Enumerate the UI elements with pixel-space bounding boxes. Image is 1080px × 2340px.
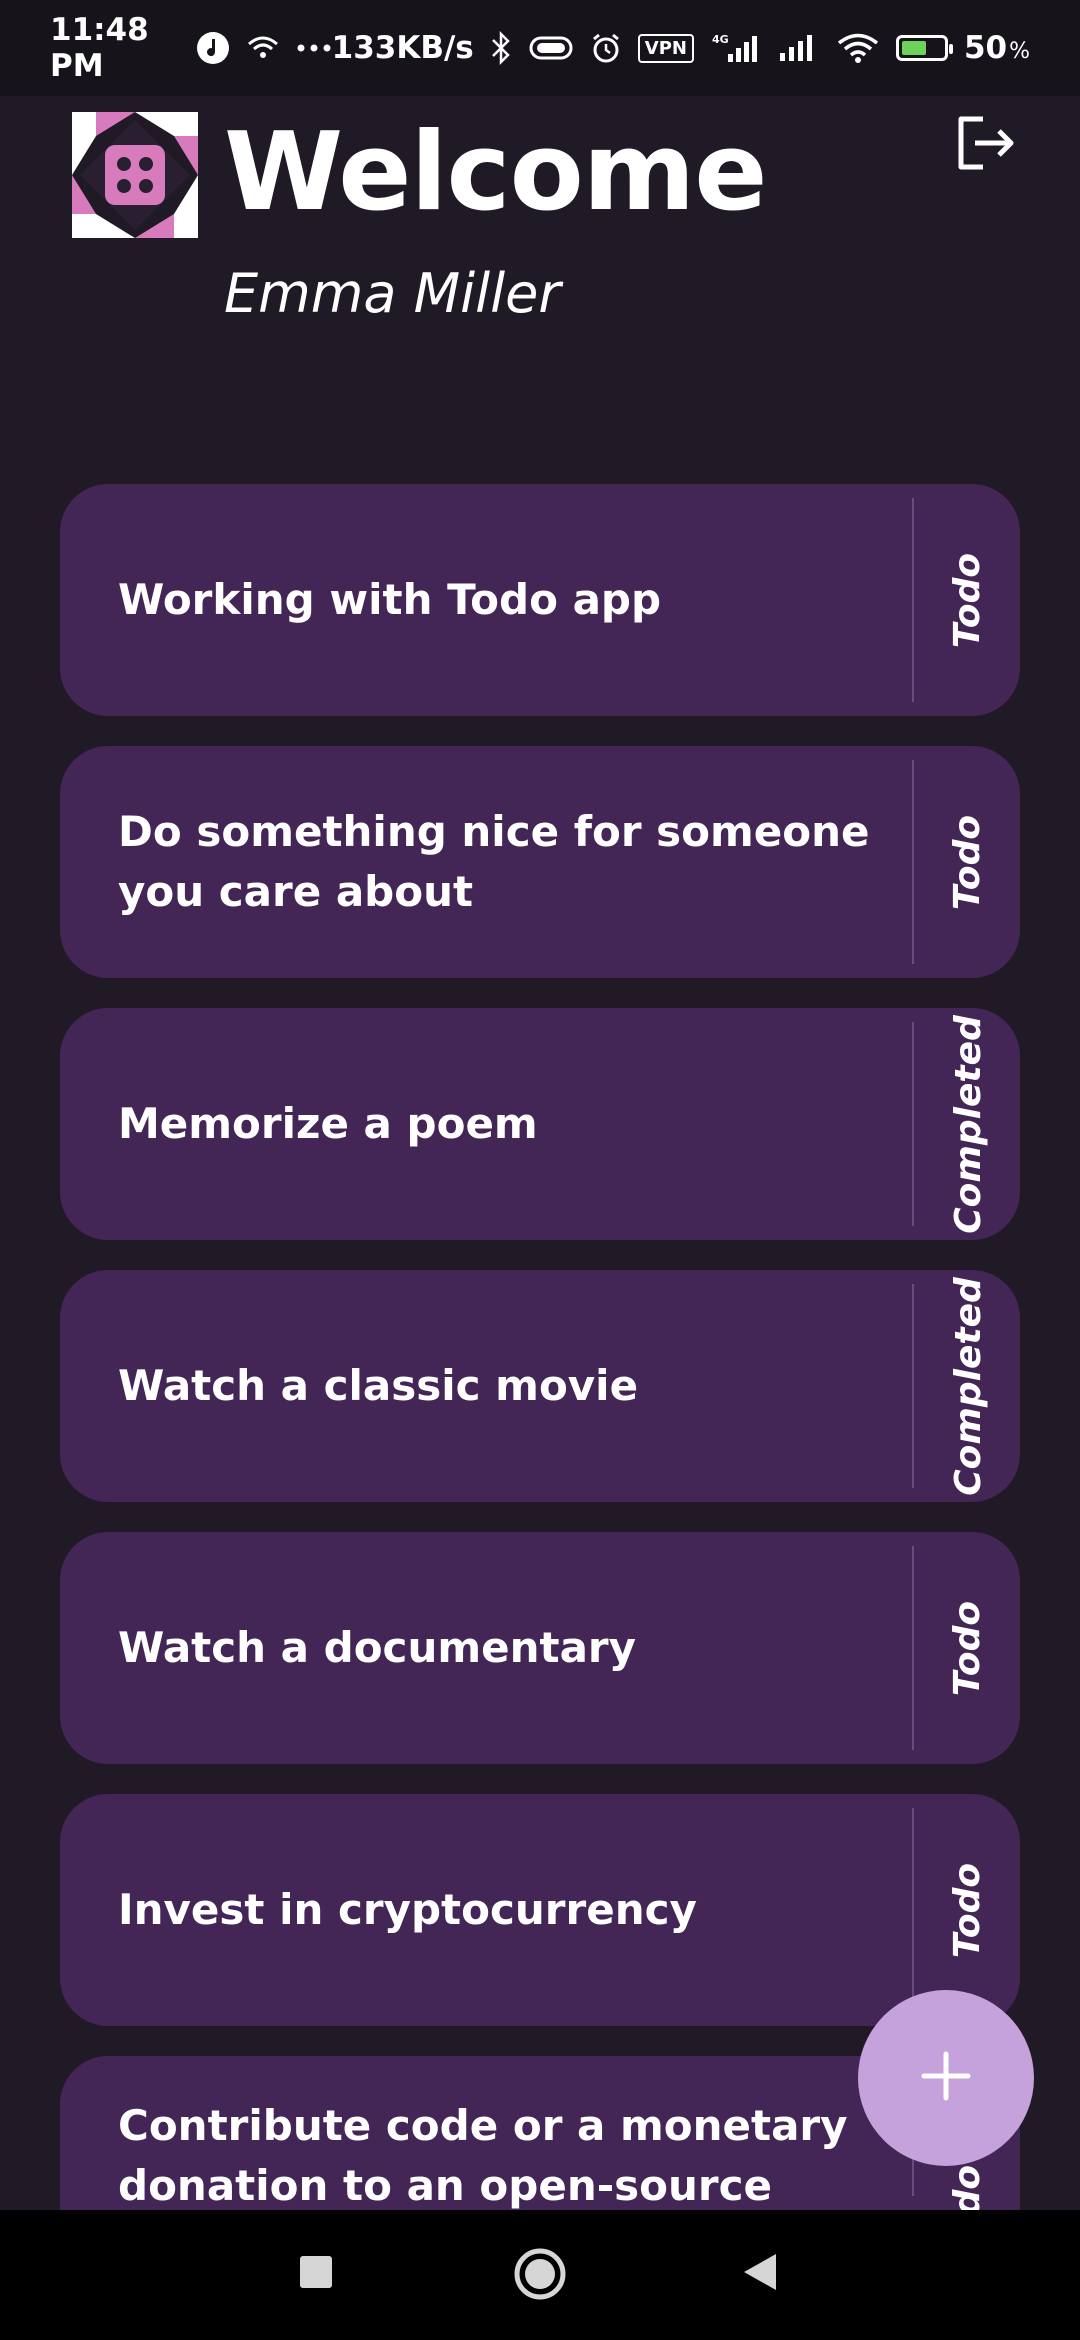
todo-item[interactable]: Do something nice for someone you care a… [60,746,1020,978]
todo-divider [912,498,914,702]
nav-back-button[interactable] [740,2250,780,2298]
todo-divider [912,760,914,964]
todo-status[interactable]: Todo [916,484,1020,716]
status-bar: 11:48 PM 133KB/s VPN 4G 50% [0,0,1080,96]
battery-icon [895,35,953,61]
nav-recents-button[interactable] [296,2250,336,2298]
square-icon [299,2255,333,2293]
todo-divider [912,1546,914,1750]
bluetooth-icon [490,31,512,65]
vpn-badge: VPN [637,33,694,63]
todo-text: Memorize a poem [118,1099,538,1149]
todo-text: Contribute code or a monetary donation t… [118,2101,848,2210]
todo-status[interactable]: Todo [916,746,1020,978]
todo-status[interactable]: Todo [916,1532,1020,1764]
plus-icon [918,2048,974,2108]
todo-item[interactable]: Memorize a poem Completed [60,1008,1020,1240]
todo-text: Watch a documentary [118,1623,637,1673]
logout-icon [953,113,1017,177]
vibrate-icon [528,35,574,61]
todo-text: Working with Todo app [118,575,662,625]
circle-icon [513,2247,567,2305]
signal-4g-icon: 4G [710,32,762,64]
status-time: 11:48 PM [50,12,149,84]
todo-text: Watch a classic movie [118,1361,639,1411]
todo-divider [912,1284,914,1488]
todo-status[interactable]: Completed [916,1008,1020,1240]
page-title: Welcome [224,110,768,235]
network-speed: 133KB/s [331,30,474,66]
todo-item[interactable]: Watch a documentary Todo [60,1532,1020,1764]
hotspot-icon [246,34,280,62]
music-icon [196,31,230,65]
todo-divider [912,1808,914,2012]
signal-icon [778,33,820,63]
triangle-back-icon [742,2252,778,2296]
alarm-icon [590,32,622,64]
logout-button[interactable] [950,110,1020,180]
todo-item[interactable]: Working with Todo app Todo [60,484,1020,716]
more-dots-icon [296,43,332,53]
todo-divider [912,1022,914,1226]
todo-item[interactable]: Invest in cryptocurrency Todo [60,1794,1020,2026]
nav-home-button[interactable] [512,2248,568,2304]
todo-text: Invest in cryptocurrency [118,1885,697,1935]
svg-text:4G: 4G [712,33,729,46]
user-name: Emma Miller [224,262,561,325]
add-todo-button[interactable] [858,1990,1034,2166]
todo-text: Do something nice for someone you care a… [118,807,870,916]
system-nav-bar [0,2210,1080,2340]
battery-percentage: 50% [963,30,1030,66]
todo-item[interactable]: Watch a classic movie Completed [60,1270,1020,1502]
app-logo [72,112,198,238]
todo-status[interactable]: Completed [916,1270,1020,1502]
wifi-icon [836,32,880,64]
